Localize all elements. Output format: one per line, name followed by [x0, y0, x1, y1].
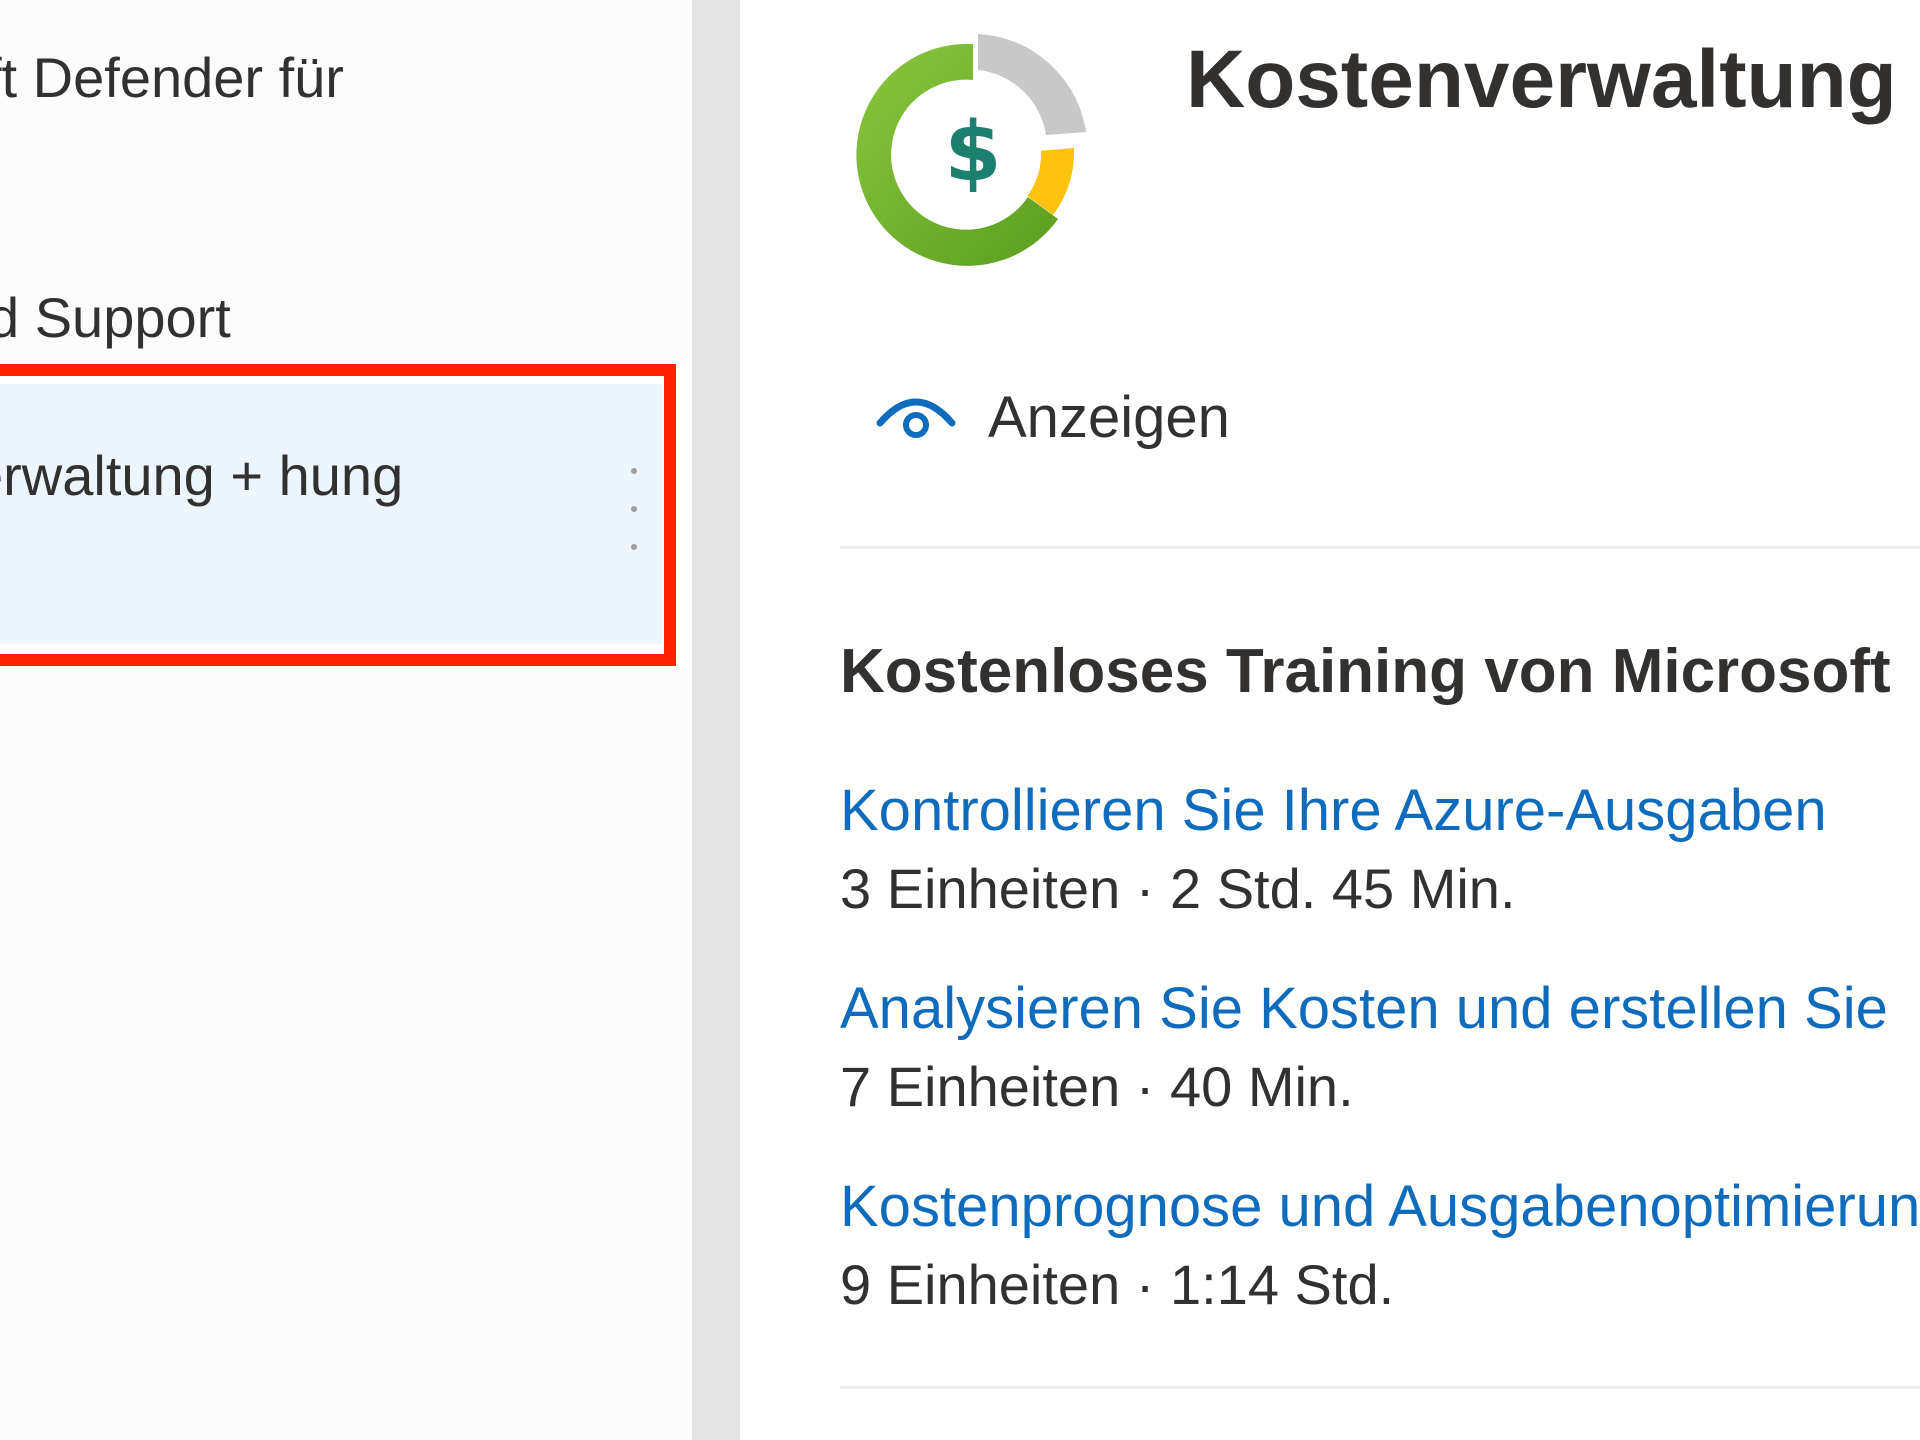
course-link[interactable]: Kostenprognose und Ausgabenoptimierung [840, 1168, 1920, 1246]
nav-item-label: ft Defender für [0, 46, 344, 109]
course-item: Kostenprognose und Ausgabenoptimierung 9… [840, 1168, 1920, 1324]
svg-text:$: $ [944, 105, 1001, 200]
divider [840, 546, 1920, 549]
course-link[interactable]: Analysieren Sie Kosten und erstellen Sie [840, 970, 1888, 1048]
eye-icon [876, 398, 956, 438]
more-vertical-icon[interactable] [622, 468, 646, 550]
training-heading: Kostenloses Training von Microsoft [840, 637, 1891, 706]
nav-item-support[interactable]: d Support [0, 276, 692, 360]
cost-management-icon: $ [856, 34, 1086, 266]
course-link[interactable]: Kontrollieren Sie Ihre Azure-Ausgaben [840, 772, 1827, 850]
nav-item-defender[interactable]: ft Defender für [0, 36, 692, 120]
course-meta: 9 Einheiten · 1:14 Std. [840, 1253, 1395, 1316]
nav-item-cost-management[interactable]: erwaltung + hung [0, 364, 688, 666]
detail-pane: $ Kostenverwaltung + Abrechnung Anzeigen… [740, 0, 1920, 1440]
view-label: Anzeigen [988, 384, 1230, 450]
course-item: Kontrollieren Sie Ihre Azure-Ausgaben 3 … [840, 772, 1827, 928]
nav-item-label: erwaltung + hung [0, 444, 404, 507]
service-title: Kostenverwaltung + Abrechnung [1186, 34, 1920, 125]
nav-item-label: d Support [0, 286, 231, 349]
view-button[interactable]: Anzeigen [874, 372, 1230, 462]
pane-splitter[interactable] [692, 0, 740, 1440]
course-meta: 3 Einheiten · 2 Std. 45 Min. [840, 857, 1516, 920]
navigation-pane: ft Defender für d Support erwaltung + hu… [0, 0, 692, 1440]
course-item: Analysieren Sie Kosten und erstellen Sie… [840, 970, 1888, 1126]
course-meta: 7 Einheiten · 40 Min. [840, 1055, 1354, 1118]
divider [840, 1386, 1920, 1389]
